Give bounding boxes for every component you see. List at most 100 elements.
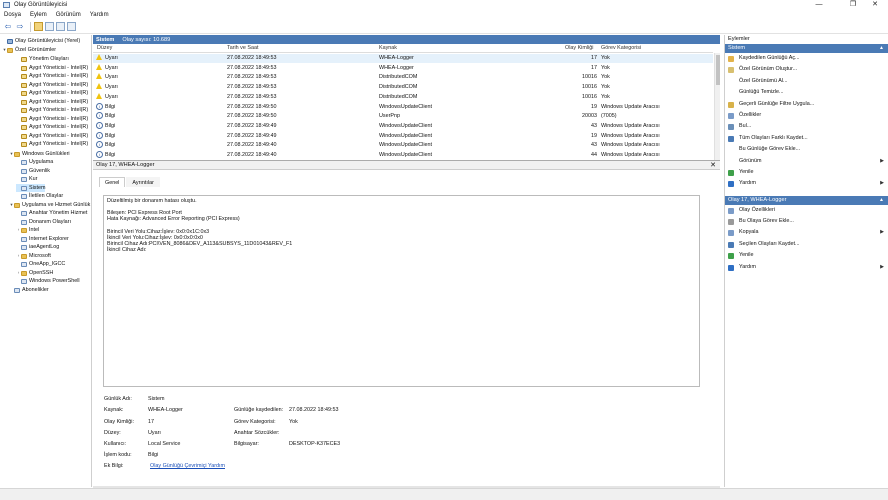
message-line: Birincil Veri Yolu:Cihaz:İşlev: 0x0:0x1C… xyxy=(107,228,210,235)
tree-node[interactable]: Kur xyxy=(16,175,37,183)
table-row[interactable]: i Bilgi 27.08.2022 18:49:50 UserPnp 20003 (70… xyxy=(93,112,713,121)
tree-node[interactable]: Aygıt Yöneticisi - Intel(R) xyxy=(16,98,88,106)
menu-file[interactable]: Dosya xyxy=(4,12,21,18)
table-row[interactable]: Uyarı 27.08.2022 18:49:53 WHEA-Logger 17 Yok xyxy=(93,63,713,73)
tree-node[interactable]: iaeAgentLog xyxy=(16,243,59,251)
tree-node[interactable]: Internet Explorer xyxy=(16,235,69,243)
table-row[interactable]: i Bilgi 27.08.2022 18:49:40 WindowsUpdateCl… xyxy=(93,151,713,160)
tree-node[interactable]: Anahtar Yönetim Hizmet xyxy=(16,209,87,217)
menu-action[interactable]: Eylem xyxy=(30,12,47,18)
tree-node[interactable]: Olay Görüntüleyicisi (Yerel) xyxy=(2,37,80,45)
tree-node[interactable]: İletilen Olaylar xyxy=(16,192,63,200)
action-item[interactable]: Tüm Olayları Farklı Kaydet... xyxy=(725,133,888,144)
tree-node[interactable]: Donanım Olayları xyxy=(16,218,71,226)
console-tree-icon[interactable] xyxy=(45,22,54,31)
action-item[interactable]: Olay Özellikleri xyxy=(725,205,888,216)
properties-icon[interactable] xyxy=(67,22,76,31)
tree-node[interactable]: Sistem xyxy=(16,184,46,192)
online-help-link[interactable]: Olay Günlüğü Çevrimiçi Yardım xyxy=(150,463,225,469)
event-viewer-app-icon xyxy=(3,2,10,8)
action-item[interactable]: Geçerli Günlüğe Filtre Uygula... xyxy=(725,99,888,110)
action-item[interactable]: Günlüğü Temizle... xyxy=(725,87,888,98)
action-item[interactable]: Bu Günlüğe Görev Ekle... xyxy=(725,144,888,155)
collapse-up-icon[interactable]: ▲ xyxy=(879,44,884,53)
prop-level-label: Düzey: xyxy=(104,430,121,436)
tree-node[interactable]: Aygıt Yöneticisi - Intel(R) xyxy=(16,64,88,72)
action-item[interactable]: Bul... xyxy=(725,121,888,132)
actions-section-log[interactable]: Sistem ▲ xyxy=(725,44,888,53)
message-line: Hata Kaynağı: Advanced Error Reporting (… xyxy=(107,216,240,223)
tree-node[interactable]: › Microsoft xyxy=(16,252,51,260)
tree-node[interactable]: Aygıt Yöneticisi - Intel(R) xyxy=(16,72,88,80)
tree-node[interactable]: OneApp_IGCC xyxy=(16,260,65,268)
action-item[interactable]: Seçilen Olayları Kaydet... xyxy=(725,239,888,250)
help-icon[interactable] xyxy=(56,22,65,31)
tree-node[interactable]: Aygıt Yöneticisi - Intel(R) xyxy=(16,106,88,114)
tree-node[interactable]: Aygıt Yöneticisi - Intel(R) xyxy=(16,132,88,140)
action-item[interactable]: Yenile xyxy=(725,250,888,261)
tree-node[interactable]: › OpenSSH xyxy=(16,269,54,277)
tree-node[interactable]: ▾ Windows Günlükleri xyxy=(9,150,69,158)
folder-icon xyxy=(14,151,20,157)
menu-help[interactable]: Yardım xyxy=(90,12,109,18)
event-message-box[interactable]: Düzeltilmiş bir donanım hatası oluştu. Bi… xyxy=(103,195,700,387)
message-line: Bileşen: PCI Express Root Port xyxy=(107,210,182,217)
log-icon xyxy=(21,210,27,216)
tree-node[interactable]: Güvenlik xyxy=(16,167,50,175)
action-item[interactable]: Görünüm ▶ xyxy=(725,156,888,167)
tree-node[interactable]: Aygıt Yöneticisi - Intel(R) xyxy=(16,115,88,123)
cell-level: Uyarı xyxy=(105,84,118,91)
action-item[interactable]: Yenile xyxy=(725,167,888,178)
tab-details[interactable]: Ayrıntılar xyxy=(126,177,160,187)
collapse-up-icon[interactable]: ▲ xyxy=(879,196,884,205)
action-item[interactable]: Özel Görünümü Al... xyxy=(725,76,888,87)
actions-section-event[interactable]: Olay 17, WHEA-Logger ▲ xyxy=(725,195,888,205)
menu-view[interactable]: Görünüm xyxy=(56,12,81,18)
column-source[interactable]: Kaynak xyxy=(379,45,397,51)
tree-node[interactable]: ▾ Özel Görünümler xyxy=(2,46,56,54)
action-item[interactable]: Yardım ▶ xyxy=(725,178,888,189)
tree-node[interactable]: Yönetim Olayları xyxy=(16,55,69,63)
log-name: Sistem xyxy=(96,36,115,43)
minimize-button[interactable]: — xyxy=(806,0,832,10)
tree-node[interactable]: Aygıt Yöneticisi - Intel(R) xyxy=(16,123,88,131)
action-item[interactable]: Yardım ▶ xyxy=(725,262,888,273)
tree-node[interactable]: Aygıt Yöneticisi - Intel(R) xyxy=(16,81,88,89)
grid-scrollbar[interactable] xyxy=(714,53,720,160)
scrollbar-thumb[interactable] xyxy=(716,55,720,85)
tree-node[interactable]: Aygıt Yöneticisi - Intel(R) xyxy=(16,89,88,97)
action-item[interactable]: Kopyala ▶ xyxy=(725,227,888,238)
tree-node-label: Aygıt Yöneticisi - Intel(R) xyxy=(29,133,89,139)
table-row[interactable]: i Bilgi 27.08.2022 18:49:49 WindowsUpdateCl… xyxy=(93,131,713,141)
action-item[interactable]: Özellikler xyxy=(725,110,888,121)
prop-log-name: Sistem xyxy=(148,396,165,402)
tree-node[interactable]: Windows PowerShell xyxy=(16,277,80,285)
close-detail-icon[interactable]: ✕ xyxy=(710,161,716,170)
table-row[interactable]: i Bilgi 27.08.2022 18:49:49 WindowsUpdateCl… xyxy=(93,121,713,131)
column-task-category[interactable]: Görev Kategorisi xyxy=(601,45,641,51)
table-row[interactable]: i Bilgi 27.08.2022 18:49:50 WindowsUpdateCl… xyxy=(93,102,713,112)
close-window-button[interactable]: ✕ xyxy=(862,0,888,10)
tree-node[interactable]: Uygulama xyxy=(16,158,53,166)
column-date[interactable]: Tarih ve Saat xyxy=(227,45,258,51)
tree-node[interactable]: › Intel xyxy=(16,226,39,234)
table-row[interactable]: i Bilgi 27.08.2022 18:49:40 WindowsUpdateCl… xyxy=(93,141,713,150)
tree-node[interactable]: Aygıt Yöneticisi - Intel(R) xyxy=(16,140,88,148)
column-event-id[interactable]: Olay Kimliği xyxy=(565,45,593,51)
table-row[interactable]: Uyarı 27.08.2022 18:49:53 WHEA-Logger 17 Yok xyxy=(93,54,713,63)
folder-icon[interactable] xyxy=(34,22,43,31)
action-item[interactable]: Kaydedilen Günlüğü Aç... xyxy=(725,53,888,64)
tree-node[interactable]: ▾ Uygulama ve Hizmet Günlük xyxy=(9,201,90,209)
tree-node[interactable]: Abonelikler xyxy=(9,286,49,294)
log-icon xyxy=(21,159,27,165)
column-level[interactable]: Düzey xyxy=(97,45,112,51)
table-row[interactable]: Uyarı 27.08.2022 18:49:53 DistributedCOM 10… xyxy=(93,83,713,92)
table-row[interactable]: Uyarı 27.08.2022 18:49:53 DistributedCOM 10… xyxy=(93,73,713,82)
prop-source-label: Kaynak: xyxy=(104,407,124,413)
table-row[interactable]: Uyarı 27.08.2022 18:49:53 DistributedCOM 10… xyxy=(93,92,713,102)
forward-arrow-icon[interactable]: ⇨ xyxy=(15,22,25,32)
back-arrow-icon[interactable]: ⇦ xyxy=(3,22,13,32)
action-item[interactable]: Bu Olaya Görev Ekle... xyxy=(725,216,888,227)
tab-general[interactable]: Genel xyxy=(99,177,126,187)
action-item[interactable]: Özel Görünüm Oluştur... xyxy=(725,64,888,75)
